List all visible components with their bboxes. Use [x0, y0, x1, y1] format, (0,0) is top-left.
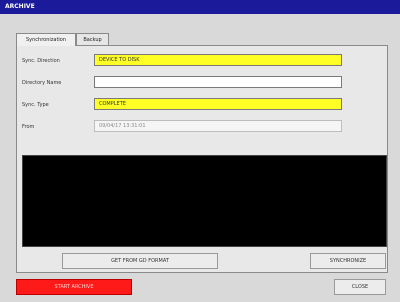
directory-name-field[interactable] — [94, 76, 342, 88]
window-title-bar: ARCHIVE — [0, 0, 400, 14]
sync-type-field[interactable]: COMPLETE — [94, 98, 342, 110]
directory-name-label: Directory Name — [22, 80, 62, 86]
sync-direction-field[interactable]: DEVICE TO DISK — [94, 54, 342, 66]
tab-synchronization[interactable]: Synchronization — [16, 33, 76, 46]
close-button[interactable]: CLOSE — [334, 279, 386, 295]
get-from-gd-format-button[interactable]: GET FROM GD FORMAT — [62, 253, 218, 269]
output-console — [22, 155, 387, 247]
sync-type-label: Sync. Type — [22, 102, 49, 108]
tab-backup[interactable]: Backup — [76, 33, 109, 45]
start-archive-button[interactable]: START ARCHIVE — [16, 279, 132, 295]
sync-direction-label: Sync. Direction — [22, 58, 60, 64]
synchronize-button[interactable]: SYNCHRONIZE — [310, 253, 386, 269]
from-label: From — [22, 124, 35, 130]
from-field: 09/04/17 13:31:01 — [94, 120, 342, 132]
window-title: ARCHIVE — [5, 3, 35, 10]
